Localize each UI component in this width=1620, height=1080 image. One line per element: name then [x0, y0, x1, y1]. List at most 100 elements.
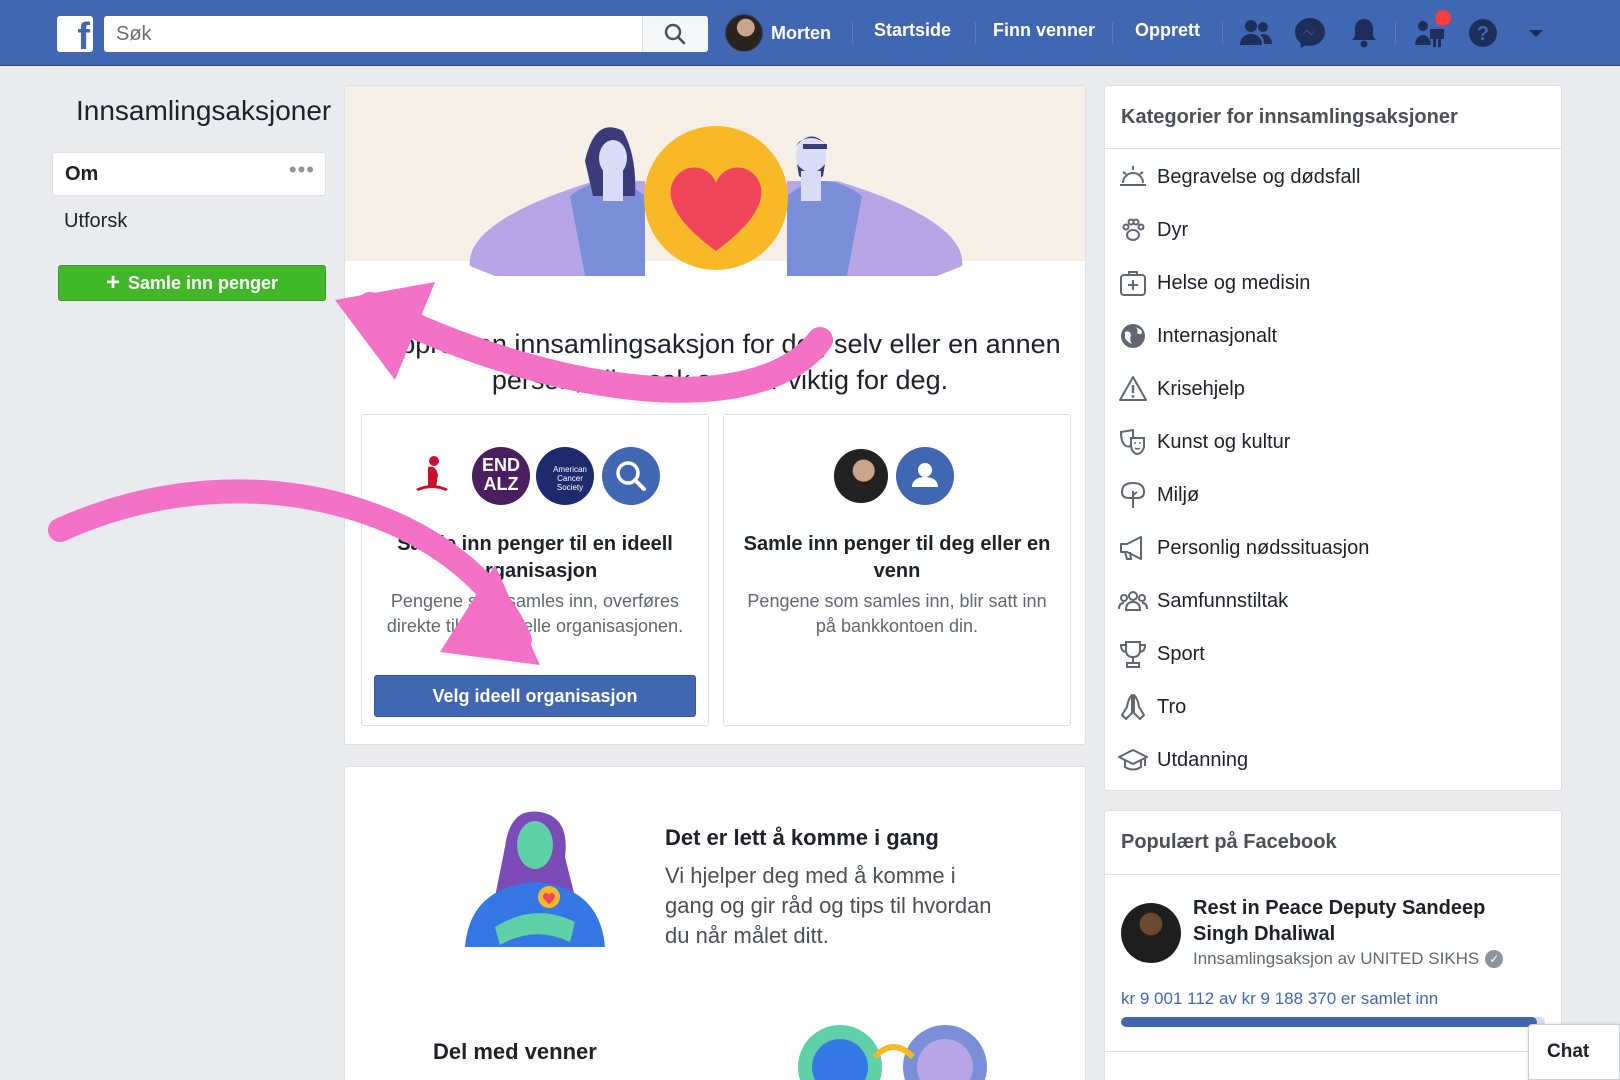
people-holding-heart-illustration: [469, 126, 963, 276]
facebook-logo-icon[interactable]: f: [57, 16, 93, 56]
category-item-sport[interactable]: Sport: [1117, 634, 1205, 674]
friends-sharing-illustration: [798, 1025, 987, 1080]
notifications-bell-icon[interactable]: [1346, 15, 1382, 51]
fundraiser-organizer[interactable]: Innsamlingsaksjon av UNITED SIKHS: [1193, 949, 1479, 969]
category-label: Begravelse og dødsfall: [1157, 165, 1361, 188]
woman-holding-heart-illustration: [465, 811, 605, 947]
medical-kit-icon: [1120, 271, 1146, 296]
raise-money-label: Samle inn penger: [127, 272, 279, 293]
category-label: Personlig nødssituasjon: [1157, 536, 1370, 559]
search-icon: [664, 23, 686, 45]
share-with-friends-title: Del med venner: [433, 1039, 597, 1064]
friend-requests-icon[interactable]: [1238, 15, 1274, 51]
search-nonprofit-icon[interactable]: [602, 447, 660, 505]
sidebar-item-label: Om: [65, 163, 99, 185]
getting-started-card: Det er lett å komme i gang Vi hjelper de…: [344, 766, 1086, 1080]
trophy-icon: [1119, 641, 1147, 668]
warning-icon: [1119, 376, 1147, 401]
megaphone-icon: [1120, 536, 1142, 560]
popular-header: Populært på Facebook: [1105, 811, 1561, 875]
american-cancer-society-logo-icon: American Cancer Society: [536, 447, 594, 505]
choose-nonprofit-button[interactable]: Velg ideell organisasjon: [374, 675, 696, 717]
category-label: Sport: [1157, 642, 1205, 665]
categories-header: Kategorier for innsamlingsaksjoner: [1105, 86, 1561, 149]
category-item-international[interactable]: Internasjonalt: [1117, 316, 1277, 356]
category-label: Krisehjelp: [1157, 377, 1245, 400]
graduation-cap-icon: [1118, 749, 1148, 771]
avatar: [725, 14, 763, 52]
nav-home-link[interactable]: Startside: [874, 20, 951, 41]
st-jude-logo-icon: [416, 456, 448, 491]
personal-option-card[interactable]: Samle inn penger til deg eller en venn P…: [723, 414, 1071, 726]
personal-option-title: Samle inn penger til deg eller en venn: [743, 533, 1051, 582]
category-item-health[interactable]: Helse og medisin: [1117, 263, 1310, 303]
category-item-education[interactable]: Utdanning: [1117, 740, 1248, 780]
raise-money-button[interactable]: + Samle inn penger: [58, 265, 326, 301]
avatar[interactable]: [1121, 903, 1181, 963]
nonprofit-option-description: Pengene som samles inn, overføres direkt…: [386, 591, 684, 636]
category-label: Kunst og kultur: [1157, 430, 1291, 453]
chat-tab-button[interactable]: Chat: [1528, 1024, 1620, 1080]
tree-icon: [1120, 481, 1146, 508]
category-label: Miljø: [1157, 483, 1200, 506]
category-item-faith[interactable]: Tro: [1117, 687, 1186, 727]
category-item-personal-emergency[interactable]: Personlig nødssituasjon: [1117, 528, 1369, 568]
main-headline: Opprett en innsamlingsaksjon for deg sel…: [355, 326, 1085, 398]
nonprofit-option-card[interactable]: END ALZ American Cancer Society Samle in…: [361, 414, 709, 726]
theater-masks-icon: [1119, 428, 1145, 456]
account-menu-chevron-down-icon[interactable]: [1518, 15, 1554, 51]
praying-hands-icon: [1121, 694, 1145, 720]
nav-create-link[interactable]: Opprett: [1135, 20, 1200, 41]
popular-fundraiser-subtitle: Innsamlingsaksjon av UNITED SIKHS ✓: [1193, 949, 1504, 969]
category-label: Tro: [1157, 695, 1187, 718]
page-title: Innsamlingsaksjoner: [76, 95, 332, 126]
nonprofit-option-title: Samle inn penger til en ideell organisas…: [397, 533, 673, 582]
search-box: [104, 16, 708, 52]
profile-name: Morten: [771, 22, 831, 43]
profile-link[interactable]: Morten: [725, 14, 831, 52]
category-label: Samfunnstiltak: [1157, 589, 1289, 612]
category-item-funeral[interactable]: Begravelse og dødsfall: [1117, 157, 1360, 197]
nav-find-friends-link[interactable]: Finn venner: [993, 20, 1095, 41]
progress-fill: [1121, 1017, 1537, 1027]
more-options-icon[interactable]: •••: [289, 157, 315, 183]
category-label: Internasjonalt: [1157, 324, 1278, 347]
globe-icon: [1121, 324, 1145, 348]
headline-line-2: person, eller sak som er viktig for deg.: [491, 365, 949, 395]
search-input[interactable]: [104, 16, 644, 52]
top-navigation-bar: f Morten Startside Finn venner Opprett ?: [0, 0, 1620, 66]
sidebar-item-om[interactable]: Om •••: [52, 152, 326, 196]
sidebar-item-utforsk[interactable]: Utforsk: [64, 210, 127, 233]
popular-fundraiser-title[interactable]: Rest in Peace Deputy Sandeep Singh Dhali…: [1193, 895, 1533, 947]
personal-option-description: Pengene som samles inn, blir satt inn på…: [747, 591, 1047, 636]
category-item-community[interactable]: Samfunnstiltak: [1117, 581, 1288, 621]
search-button[interactable]: [642, 16, 708, 52]
category-label: Helse og medisin: [1157, 271, 1311, 294]
fundraiser-amount-raised: kr 9 001 112 av kr 9 188 370 er samlet i…: [1121, 989, 1439, 1008]
category-item-arts[interactable]: Kunst og kultur: [1117, 422, 1290, 462]
getting-started-title: Det er lett å komme i gang: [665, 825, 939, 850]
headline-line-1: Opprett en innsamlingsaksjon for deg sel…: [379, 329, 1061, 359]
svg-text:?: ?: [1477, 23, 1489, 45]
category-item-animals[interactable]: Dyr: [1117, 210, 1188, 250]
category-label: Utdanning: [1157, 748, 1249, 771]
verified-badge-icon: ✓: [1485, 950, 1504, 968]
paw-icon: [1122, 218, 1145, 241]
people-icon: [1118, 591, 1148, 611]
notification-badge: [1435, 10, 1451, 26]
acs-logo-text: American Cancer Society: [553, 465, 587, 492]
help-icon[interactable]: ?: [1465, 15, 1501, 51]
getting-started-description: Vi hjelper deg med å komme i gang og gir…: [665, 863, 992, 948]
endalz-logo-icon: END ALZ: [472, 447, 530, 505]
category-item-environment[interactable]: Miljø: [1117, 475, 1199, 515]
fundraiser-progress-bar: [1121, 1017, 1545, 1027]
messenger-icon[interactable]: [1292, 15, 1328, 51]
avatar: [832, 447, 890, 505]
category-label: Dyr: [1157, 218, 1189, 241]
plus-icon: +: [105, 269, 120, 296]
popular-on-facebook-card: Populært på Facebook Rest in Peace Deput…: [1104, 810, 1562, 1080]
friend-person-icon: [896, 447, 954, 505]
categories-card: Kategorier for innsamlingsaksjoner Begra…: [1104, 85, 1562, 791]
category-item-crisis[interactable]: Krisehjelp: [1117, 369, 1245, 409]
create-fundraiser-card: Opprett en innsamlingsaksjon for deg sel…: [344, 85, 1086, 745]
